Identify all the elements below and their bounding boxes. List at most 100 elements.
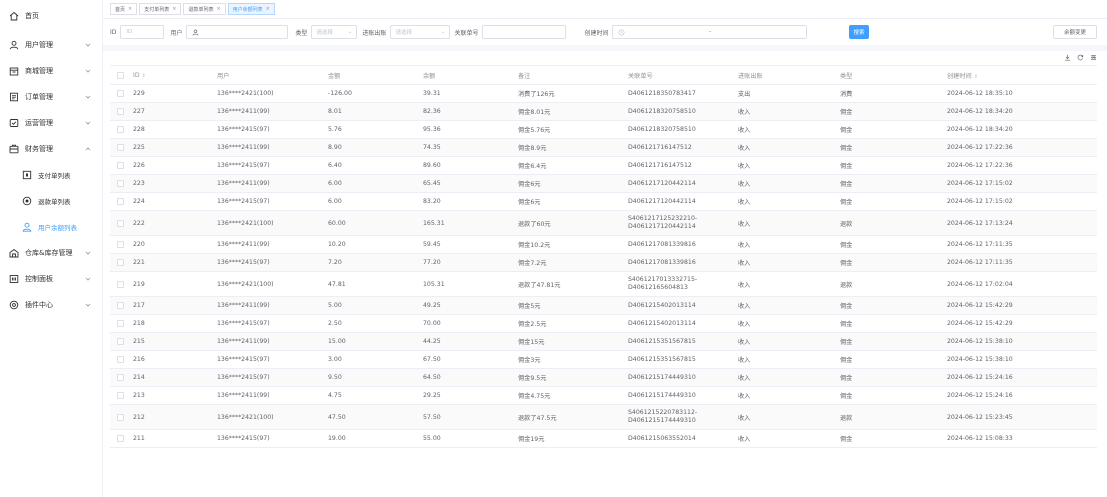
row-checkbox[interactable] <box>116 413 124 421</box>
table-row[interactable]: 218 136****2415(97) 2.50 70.00 佣金2.5元 D406121… <box>110 315 1097 333</box>
row-checkbox[interactable] <box>116 162 124 169</box>
row-checkbox[interactable] <box>116 241 124 248</box>
cell-id: 211 <box>133 435 145 442</box>
table-row[interactable]: 214 136****2415(97) 9.50 64.50 佣金9.5元 D406121… <box>110 369 1097 387</box>
table-row[interactable]: 225 136****2411(99) 8.90 74.35 佣金8.9元 D406121… <box>110 139 1097 157</box>
table-row[interactable]: 229 136****2421(100) -126.00 39.31 消费了126元 D4… <box>110 85 1097 103</box>
date-range-picker[interactable]: - <box>612 25 808 39</box>
balance-change-button[interactable]: 余额变更 <box>1053 25 1097 39</box>
cell-dir: 支出 <box>738 91 751 98</box>
user-label: 用户 <box>170 29 183 37</box>
column-header-created-time[interactable]: 创建时间 ⇕ <box>944 71 1044 80</box>
row-checkbox[interactable] <box>116 374 124 381</box>
cell-time: 2024-06-12 15:23:45 <box>947 413 1013 421</box>
refresh-icon[interactable] <box>1077 54 1084 61</box>
table-row[interactable]: 222 136****2421(100) 60.00 165.31 退款了60元 S406… <box>110 211 1097 236</box>
cell-amount: 3.00 <box>328 356 342 363</box>
type-select[interactable]: 请选择 ⌄ <box>311 25 358 39</box>
order-input[interactable] <box>482 25 567 39</box>
settings-icon[interactable] <box>1090 54 1097 61</box>
cell-type: 佣金 <box>840 109 853 116</box>
close-icon[interactable]: × <box>266 6 270 12</box>
sort-icon[interactable]: ⇕ <box>142 73 146 79</box>
sort-icon[interactable]: ⇕ <box>974 74 978 80</box>
select-all-checkbox[interactable] <box>116 71 124 79</box>
row-checkbox[interactable] <box>116 198 124 205</box>
sidebar-item-warehouse[interactable]: 仓库&库存管理 <box>0 240 102 266</box>
table-row[interactable]: 219 136****2421(100) 47.81 105.31 退款了47.81元 S… <box>110 272 1097 297</box>
column-header-amount: 金额 <box>328 72 341 80</box>
sidebar-item-home[interactable]: 首页 <box>0 0 102 32</box>
sidebar-item-dashboard[interactable]: 控制面板 <box>0 266 102 292</box>
row-checkbox[interactable] <box>116 302 124 309</box>
direction-select[interactable]: 请选择 ⌄ <box>390 25 451 39</box>
row-checkbox[interactable] <box>116 320 124 327</box>
row-checkbox[interactable] <box>116 90 124 97</box>
tab-refunds[interactable]: 退款单列表 × <box>183 3 226 15</box>
table-row[interactable]: 216 136****2415(97) 3.00 67.50 佣金3元 D40612153… <box>110 351 1097 369</box>
tab-payments[interactable]: 支付单列表 × <box>139 3 182 15</box>
cell-remark: 佣金5.76元 <box>518 127 551 134</box>
user-input[interactable] <box>186 25 289 39</box>
cell-user: 136****2411(99) <box>217 180 270 187</box>
row-checkbox[interactable] <box>116 180 124 187</box>
sidebar-item-operations[interactable]: 运营管理 <box>0 110 102 136</box>
cell-id: 224 <box>133 198 145 205</box>
table-row[interactable]: 221 136****2415(97) 7.20 77.20 佣金7.2元 D406121… <box>110 254 1097 272</box>
table-row[interactable]: 226 136****2415(97) 6.40 89.60 佣金6.4元 D406121… <box>110 157 1097 175</box>
sidebar-subitem-payments[interactable]: 支付单列表 <box>0 162 102 188</box>
cell-balance: 39.31 <box>423 90 441 97</box>
table-row[interactable]: 224 136****2415(97) 6.00 83.20 佣金6元 D40612171… <box>110 193 1097 211</box>
cell-time: 2024-06-12 17:22:36 <box>947 162 1013 169</box>
table-row[interactable]: 223 136****2411(99) 6.00 65.45 佣金6元 D40612171… <box>110 175 1097 193</box>
cell-user: 136****2415(97) <box>217 356 270 363</box>
sidebar-item-users[interactable]: 用户管理 <box>0 32 102 58</box>
chevron-up-icon <box>85 147 91 151</box>
row-checkbox[interactable] <box>116 392 124 399</box>
cell-order: D4061215402013114 <box>628 302 696 309</box>
row-checkbox[interactable] <box>116 338 124 345</box>
row-checkbox[interactable] <box>116 219 124 227</box>
cell-time: 2024-06-12 17:11:35 <box>947 241 1013 248</box>
sidebar-item-shop[interactable]: 商城管理 <box>0 58 102 84</box>
row-checkbox[interactable] <box>116 435 124 442</box>
row-checkbox[interactable] <box>116 126 124 133</box>
cell-type: 佣金 <box>840 260 853 267</box>
sidebar-subitem-user-balance[interactable]: 用户余额列表 <box>0 214 102 240</box>
search-button[interactable]: 搜索 <box>849 25 869 39</box>
row-checkbox[interactable] <box>116 108 124 115</box>
cell-balance: 95.36 <box>423 126 441 133</box>
table-row[interactable]: 227 136****2411(99) 8.01 82.36 佣金8.01元 D40612… <box>110 103 1097 121</box>
close-icon[interactable]: × <box>172 6 176 12</box>
table-row[interactable]: 212 136****2421(100) 47.50 57.50 退款了47.5元 S40… <box>110 405 1097 430</box>
chevron-down-icon: ⌄ <box>440 29 446 35</box>
chevron-down-icon: ⌄ <box>347 29 353 35</box>
sidebar-item-orders[interactable]: 订单管理 <box>0 84 102 110</box>
cell-time: 2024-06-12 17:22:36 <box>947 144 1013 151</box>
table-row[interactable]: 228 136****2415(97) 5.76 95.36 佣金5.76元 D40612… <box>110 121 1097 139</box>
cell-time: 2024-06-12 15:24:16 <box>947 392 1013 399</box>
row-checkbox[interactable] <box>116 259 124 266</box>
table-row[interactable]: 217 136****2411(99) 5.00 49.25 佣金5元 D40612154… <box>110 297 1097 315</box>
row-checkbox[interactable] <box>116 280 124 288</box>
table-row[interactable]: 215 136****2411(99) 15.00 44.25 佣金15元 D406121… <box>110 333 1097 351</box>
sidebar-item-finance[interactable]: 财务管理 <box>0 136 102 162</box>
table-row[interactable]: 213 136****2411(99) 4.75 29.25 佣金4.75元 D40612… <box>110 387 1097 405</box>
close-icon[interactable]: × <box>216 6 220 12</box>
row-checkbox[interactable] <box>116 356 124 363</box>
column-header-type: 类型 <box>840 72 853 80</box>
tab-user-balance[interactable]: 用户余额列表 × <box>227 3 275 15</box>
close-icon[interactable]: × <box>128 6 132 12</box>
cell-amount: 10.20 <box>328 241 346 248</box>
row-checkbox[interactable] <box>116 144 124 151</box>
sidebar-item-plugins[interactable]: 插件中心 <box>0 292 102 318</box>
chevron-down-icon <box>85 121 91 125</box>
sidebar-subitem-refunds[interactable]: 退款单列表 <box>0 188 102 214</box>
cell-dir: 收入 <box>738 375 751 382</box>
column-header-id[interactable]: ID ⇕ <box>130 72 214 79</box>
download-icon[interactable] <box>1064 54 1071 61</box>
id-input[interactable]: ID <box>120 25 165 39</box>
table-row[interactable]: 211 136****2415(97) 19.00 55.00 佣金19元 D406121… <box>110 430 1097 448</box>
table-row[interactable]: 220 136****2411(99) 10.20 59.45 佣金10.2元 D4061… <box>110 236 1097 254</box>
tab-home[interactable]: 首页 × <box>110 3 138 15</box>
